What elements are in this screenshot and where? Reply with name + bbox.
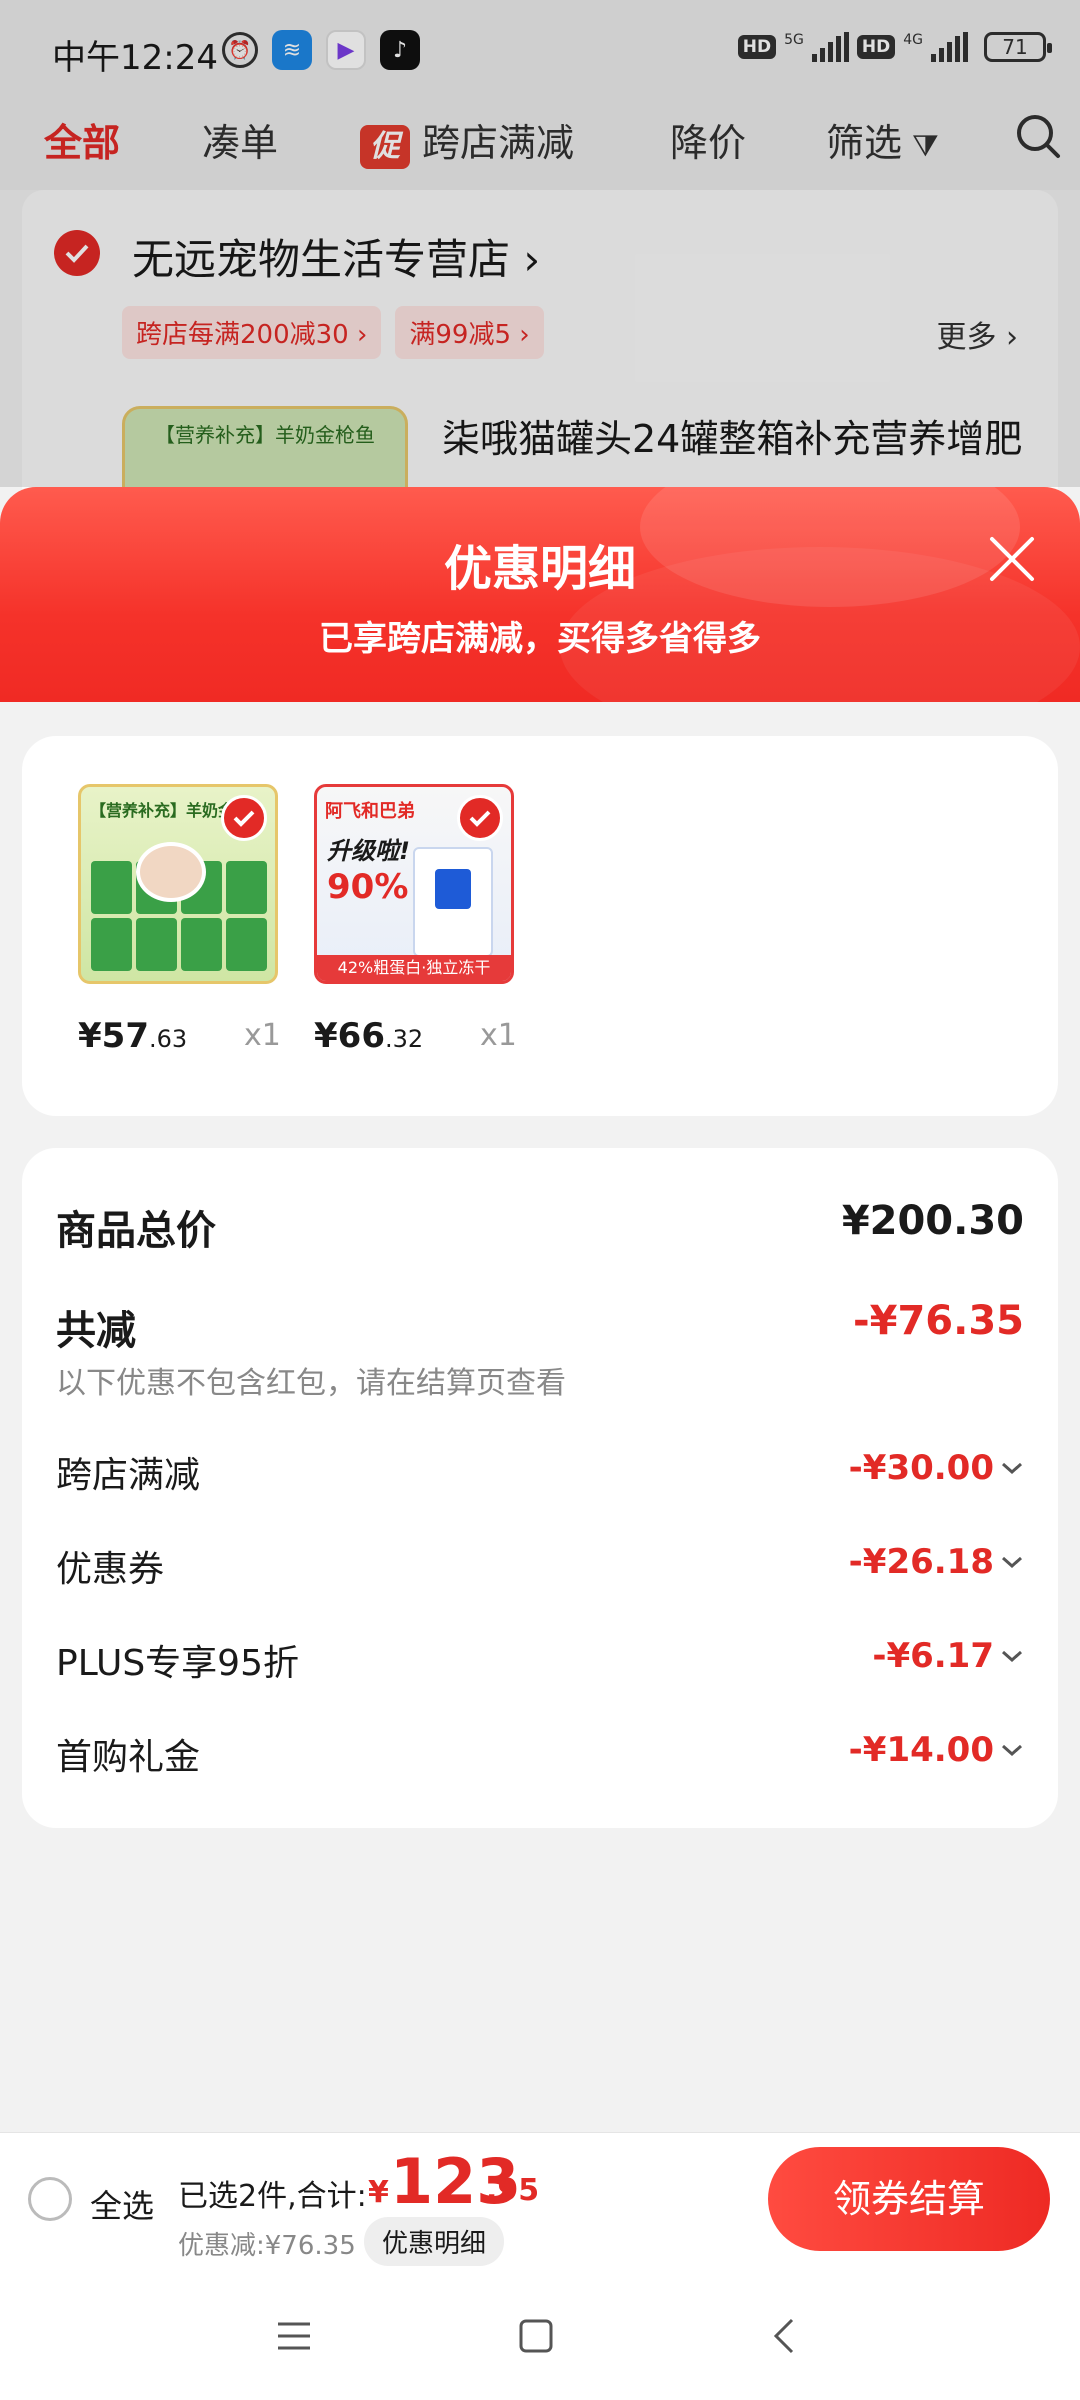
back-icon[interactable] [762,2312,810,2360]
item-price-int: ¥57 [78,1016,149,1056]
checkout-bar: 全选 已选2件,合计: ¥ 123 .95 优惠减:¥76.35 优惠明细 领券… [0,2132,1080,2272]
menu-icon[interactable] [270,2312,318,2360]
selected-summary: 已选2件,合计: [178,2179,367,2214]
chevron-down-icon [1002,1744,1022,1757]
chevron-down-icon [1002,1650,1022,1663]
price-breakdown-card: 商品总价 ¥200.30 共减 -¥76.35 以下优惠不包含红包，请在结算页查… [22,1148,1058,1828]
select-all-label[interactable]: 全选 [90,2181,154,2227]
discount-sheet-body: 【营养补充】羊奶金枪鱼 ¥57.63 x1 阿飞和巴弟 升级啦! 90% 42%… [0,702,1080,2132]
breakdown-note: 以下优惠不包含红包，请在结算页查看 [56,1366,566,1401]
close-icon[interactable] [986,533,1038,585]
discount-value-wrap: -¥14.00 [849,1730,1024,1770]
product-image-brand: 阿飞和巴弟 [325,801,415,822]
product-image: 阿飞和巴弟 升级啦! 90% 42%粗蛋白·独立冻干 [314,784,514,984]
item-price: ¥57.63 [78,1016,187,1056]
selected-check-icon [457,795,503,841]
selected-check-icon [221,795,267,841]
discount-label: 优惠券 [56,1549,165,1590]
product-image-percent: 90% [327,867,409,907]
discount-row[interactable]: 优惠券 -¥26.18 [56,1540,1024,1592]
sheet-title: 优惠明细 [443,541,636,597]
product-image-headline: 升级啦! [327,837,410,865]
discount-value-wrap: -¥6.17 [872,1636,1024,1676]
discount-row[interactable]: PLUS专享95折 -¥6.17 [56,1634,1024,1686]
system-nav-bar [0,2272,1080,2400]
selected-item[interactable]: 阿飞和巴弟 升级啦! 90% 42%粗蛋白·独立冻干 [314,784,514,984]
discount-row[interactable]: 首购礼金 -¥14.00 [56,1728,1024,1780]
discount-label: 跨店满减 [56,1455,201,1496]
discount-detail-button[interactable]: 优惠明细 [364,2217,505,2266]
discount-sheet-header: 优惠明细 已享跨店满减，买得多省得多 [0,487,1080,702]
discount-value-wrap: -¥30.00 [849,1448,1024,1488]
product-image-bar: 42%粗蛋白·独立冻干 [317,955,511,981]
discount-row[interactable]: 跨店满减 -¥30.00 [56,1446,1024,1498]
item-price-int: ¥66 [314,1016,385,1056]
total-currency: ¥ [368,2175,389,2210]
discount-value: -¥14.00 [848,1730,994,1770]
discount-value-wrap: -¥26.18 [849,1542,1024,1582]
total-reduce-value: -¥76.35 [853,1298,1024,1344]
discount-label: PLUS专享95折 [56,1643,299,1684]
bag-graphic [413,847,493,957]
item-price-dec: .32 [384,1025,424,1053]
item-price-dec: .63 [148,1025,188,1053]
selected-item[interactable]: 【营养补充】羊奶金枪鱼 [78,784,278,984]
checkout-button[interactable]: 领券结算 [768,2147,1050,2251]
chevron-down-icon [1002,1556,1022,1569]
total-price-label: 商品总价 [56,1208,216,1254]
selected-items-card: 【营养补充】羊奶金枪鱼 ¥57.63 x1 阿飞和巴弟 升级啦! 90% 42%… [22,736,1058,1116]
total-price-row: 商品总价 ¥200.30 [56,1198,1024,1256]
discount-summary: 优惠减:¥76.35 [178,2231,356,2261]
discount-value: -¥6.17 [872,1636,994,1676]
discount-value: -¥26.18 [848,1542,994,1582]
select-all-radio[interactable] [28,2177,72,2221]
discount-value: -¥30.00 [848,1448,994,1488]
item-price: ¥66.32 [314,1016,423,1056]
total-price-value: ¥200.30 [841,1198,1024,1244]
discount-label: 首购礼金 [56,1737,201,1778]
item-qty: x1 [244,1018,281,1053]
overlay-dim[interactable] [0,0,1080,487]
chevron-down-icon [1002,1462,1022,1475]
total-reduce-label: 共减 [56,1308,136,1354]
sheet-subtitle: 已享跨店满减，买得多省得多 [319,619,761,659]
bowl-graphic [136,842,206,902]
home-icon[interactable] [512,2312,560,2360]
item-qty: x1 [480,1018,517,1053]
total-amount-dec: .95 [486,2173,540,2208]
product-image: 【营养补充】羊奶金枪鱼 [78,784,278,984]
total-reduce-row: 共减 -¥76.35 [56,1298,1024,1356]
